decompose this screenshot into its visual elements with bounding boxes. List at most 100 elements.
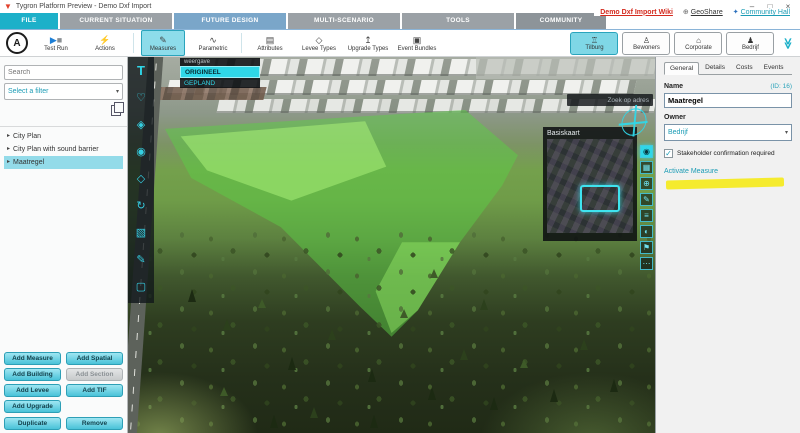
globe-icon[interactable]: ◉ [128, 138, 154, 165]
target-icon[interactable]: ⊕ [640, 177, 653, 190]
dropdown-option-origineel[interactable]: ORIGINEEL [180, 66, 260, 78]
grid-icon[interactable]: ▦ [640, 161, 653, 174]
community-icon: ✦ [733, 9, 739, 16]
tree [310, 407, 318, 418]
tree [610, 379, 618, 392]
pan-icon[interactable]: ◇ [128, 165, 154, 192]
add-section-button: Add Section [66, 368, 123, 381]
tree [580, 339, 588, 350]
tree [460, 349, 468, 360]
tree [220, 387, 228, 396]
add-spatial-button[interactable]: Add Spatial [66, 352, 123, 365]
chat-icon[interactable]: ⋯ [640, 257, 653, 270]
parametric-button[interactable]: ∿ Parametric [192, 31, 234, 55]
blocks-icon[interactable]: ▧ [128, 219, 154, 246]
tab-multi-scenario[interactable]: MULTI-SCENARIO [288, 13, 400, 29]
measures-sidebar: Select a filter ▾ ▸ City Plan ▸ City Pla… [0, 57, 128, 433]
address-search-input[interactable] [567, 94, 653, 106]
minimap-image[interactable] [547, 139, 633, 233]
event-bundles-button[interactable]: ▣ Event Bundles [396, 31, 438, 55]
duplicate-button[interactable]: Duplicate [4, 417, 61, 430]
tree [480, 299, 488, 310]
tygron-logo-icon: ▼ [4, 2, 12, 12]
list-item-city-plan-sound-barrier[interactable]: ▸ City Plan with sound barrier [4, 143, 123, 156]
ribbon-toolbar: A ▶■ Test Run ⚡ Actions ✎ Measures ∿ Par… [0, 30, 800, 57]
contrast-icon[interactable]: ◐ [640, 225, 653, 238]
add-upgrade-button[interactable]: Add Upgrade [4, 400, 61, 413]
chevron-down-icon: ▾ [785, 129, 788, 136]
tab-details[interactable]: Details [700, 62, 730, 74]
tree [368, 369, 376, 382]
wiki-link[interactable]: Demo Dxf Import Wiki [600, 9, 673, 16]
edit-icon[interactable]: ✎ [640, 193, 653, 206]
viewer-toolbar-right: ◉ ▦ ⊕ ✎ ≡ ◐ ⚑ ⋯ [639, 145, 654, 270]
list-item-maatregel[interactable]: ▸ Maatregel [4, 156, 123, 169]
tab-costs[interactable]: Costs [731, 62, 758, 74]
list-item-city-plan[interactable]: ▸ City Plan [4, 130, 123, 143]
upgrade-types-button[interactable]: ↥ Upgrade Types [347, 31, 389, 55]
checkbox-label: Stakeholder confirmation required [677, 150, 775, 157]
tab-current-situation[interactable]: CURRENT SITUATION [60, 13, 172, 29]
add-building-button[interactable]: Add Building [4, 368, 61, 381]
visibility-icon[interactable]: ◈ [128, 111, 154, 138]
tree [288, 357, 296, 370]
tab-community[interactable]: COMMUNITY [516, 13, 606, 29]
tab-tools[interactable]: TOOLS [402, 13, 514, 29]
globe-view-icon[interactable]: ◉ [640, 145, 653, 158]
collapse-ribbon-icon[interactable]: ≫ [782, 37, 795, 49]
layers-icon[interactable]: ≡ [640, 209, 653, 222]
tab-general[interactable]: General [664, 62, 699, 75]
add-levee-button[interactable]: Add Levee [4, 384, 61, 397]
filter-select[interactable]: Select a filter ▾ [4, 83, 123, 100]
remove-button[interactable]: Remove [66, 417, 123, 430]
measures-button[interactable]: ✎ Measures [141, 30, 185, 56]
checkbox-checked[interactable]: ✓ [664, 149, 673, 158]
attributes-button[interactable]: ▤ Attributes [249, 31, 291, 55]
tab-events[interactable]: Events [759, 62, 789, 74]
bank-icon: ♖ [591, 36, 598, 45]
tree [188, 289, 196, 302]
tree [258, 299, 266, 308]
stakeholder-tilburg-button[interactable]: ♖ Tilburg [570, 32, 618, 55]
community-hall-link[interactable]: ✦Community Hall [733, 8, 790, 16]
actions-button[interactable]: ⚡ Actions [84, 31, 126, 55]
stakeholder-corporate-button[interactable]: ⌂ Corporate [674, 32, 722, 55]
properties-panel: General Details Costs Events Name (ID: 1… [655, 57, 800, 433]
rotate-icon[interactable]: ↻ [128, 192, 154, 219]
expand-arrow-icon[interactable]: ▸ [7, 143, 10, 156]
name-field[interactable] [664, 93, 792, 108]
expand-arrow-icon[interactable]: ▸ [7, 156, 10, 169]
stakeholder-confirmation-row: ✓ Stakeholder confirmation required [664, 149, 792, 158]
copy-icon[interactable] [111, 105, 121, 116]
tree [490, 397, 498, 410]
flag-icon[interactable]: ⚑ [640, 241, 653, 254]
geoshare-link[interactable]: ⊕GeoShare [683, 8, 723, 16]
map-3d-viewport[interactable]: T ♡ ◈ ◉ ◇ ↻ ▧ ✎ ▢ weergave ORIGINEEL GEP… [128, 57, 655, 433]
owner-select[interactable]: Bedrijf ▾ [664, 124, 792, 141]
sidebar-action-buttons: Add Measure Add Spatial Add Building Add… [4, 352, 123, 413]
levee-types-button[interactable]: ◇ Levee Types [298, 31, 340, 55]
dropdown-option-gepland[interactable]: GEPLAND [180, 78, 260, 88]
stop-icon: ■ [57, 35, 62, 45]
favorites-icon[interactable]: ♡ [128, 84, 154, 111]
tab-file[interactable]: FILE [0, 13, 58, 29]
test-run-button[interactable]: ▶■ Test Run [35, 31, 77, 55]
select-area-icon[interactable]: ▢ [128, 273, 154, 300]
app-window: ▼ Tygron Platform Preview - Demo Dxf Imp… [0, 0, 800, 433]
tree [370, 415, 378, 428]
search-input[interactable] [4, 65, 123, 80]
tab-future-design[interactable]: FUTURE DESIGN [174, 13, 286, 29]
add-measure-button[interactable]: Add Measure [4, 352, 61, 365]
minimap-viewport-rect[interactable] [580, 185, 620, 212]
activate-measure-link[interactable]: Activate Measure [664, 168, 792, 175]
divider [0, 126, 127, 127]
table-icon: ▤ [266, 35, 275, 46]
tygron-at-logo-icon: A [6, 32, 28, 54]
stakeholder-bewoners-button[interactable]: ♙ Bewoners [622, 32, 670, 55]
grass-patch [128, 57, 655, 433]
globe-icon: ⊕ [683, 9, 689, 16]
add-tif-button[interactable]: Add TIF [66, 384, 123, 397]
expand-arrow-icon[interactable]: ▸ [7, 130, 10, 143]
draw-icon[interactable]: ✎ [128, 246, 154, 273]
stakeholder-bedrijf-button[interactable]: ♟ Bedrijf [726, 32, 774, 55]
